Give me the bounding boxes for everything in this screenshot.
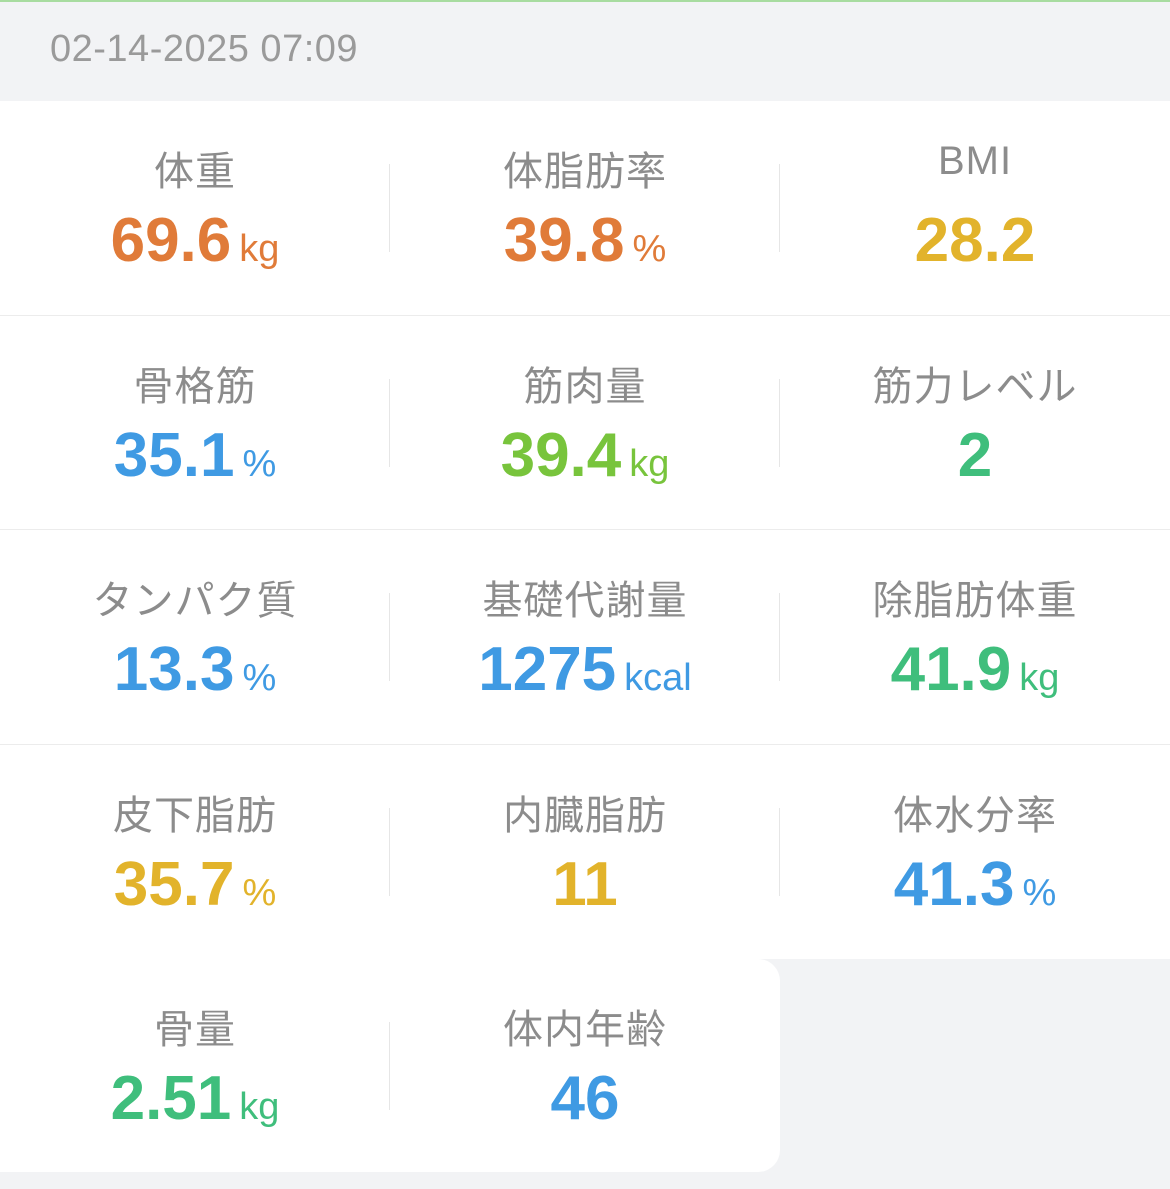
- metric-unit: %: [632, 228, 667, 270]
- metric-weight[interactable]: 体重 69.6 kg: [0, 101, 390, 315]
- top-accent-line: [0, 0, 1170, 2]
- metric-unit: %: [1022, 872, 1057, 914]
- metric-label: 骨量: [154, 1008, 236, 1052]
- metric-label: 体内年齢: [503, 1008, 667, 1052]
- metric-value: 35.7: [113, 850, 235, 919]
- metric-label: 基礎代謝量: [482, 579, 688, 623]
- metric-unit: %: [242, 657, 277, 699]
- metric-strength-level[interactable]: 筋力レベル 2: [780, 316, 1170, 530]
- metric-value: 69.6: [110, 206, 232, 275]
- metric-label: 除脂肪体重: [872, 579, 1078, 623]
- metric-unit: kg: [1019, 657, 1060, 699]
- metric-value: 41.3: [893, 850, 1015, 919]
- metric-value: 2: [957, 421, 993, 490]
- metric-value: 46: [550, 1064, 620, 1133]
- metric-value: 1275: [478, 635, 617, 704]
- metric-unit: kg: [239, 228, 280, 270]
- metric-protein[interactable]: タンパク質 13.3%: [0, 530, 390, 744]
- metric-label: 内臓脂肪: [503, 794, 667, 838]
- metric-value: 41.9: [890, 635, 1012, 704]
- metric-value: 39.4: [500, 421, 622, 490]
- metric-label: 皮下脂肪: [113, 794, 277, 838]
- metric-unit: %: [242, 443, 277, 485]
- metric-body-fat-rate[interactable]: 体脂肪率 39.8%: [390, 101, 780, 315]
- metric-value: 13.3: [113, 635, 235, 704]
- metric-value: 2.51: [110, 1064, 232, 1133]
- metric-label: 体水分率: [893, 794, 1057, 838]
- metric-unit: kg: [629, 443, 670, 485]
- metric-value: 11: [552, 850, 618, 919]
- metric-unit: kcal: [624, 657, 692, 699]
- metric-value: 28.2: [914, 206, 1036, 275]
- metric-label: 筋肉量: [523, 365, 647, 409]
- metric-value: 39.8: [503, 206, 625, 275]
- metric-lean-body-mass[interactable]: 除脂肪体重 41.9 kg: [780, 530, 1170, 744]
- metric-label: タンパク質: [92, 579, 298, 623]
- measurement-timestamp: 02-14-2025 07:09: [50, 28, 359, 70]
- metric-skeletal-muscle[interactable]: 骨格筋 35.1%: [0, 316, 390, 530]
- metric-unit: kg: [239, 1086, 280, 1128]
- metric-label: 体脂肪率: [503, 150, 667, 194]
- metric-subcutaneous-fat[interactable]: 皮下脂肪 35.7%: [0, 745, 390, 959]
- metric-label: BMI: [937, 139, 1013, 183]
- metric-muscle-mass[interactable]: 筋肉量 39.4 kg: [390, 316, 780, 530]
- metric-value: 35.1: [113, 421, 235, 490]
- metric-basal-metabolism[interactable]: 基礎代謝量 1275 kcal: [390, 530, 780, 744]
- metric-label: 骨格筋: [133, 365, 257, 409]
- metric-body-age[interactable]: 体内年齢 46: [390, 959, 780, 1173]
- metric-visceral-fat[interactable]: 内臓脂肪 11: [390, 745, 780, 959]
- metric-bone-mass[interactable]: 骨量 2.51 kg: [0, 959, 390, 1173]
- metric-unit: %: [242, 872, 277, 914]
- metric-label: 筋力レベル: [872, 365, 1078, 409]
- metric-bmi[interactable]: BMI 28.2: [780, 101, 1170, 315]
- metric-body-water-rate[interactable]: 体水分率 41.3%: [780, 745, 1170, 959]
- metric-label: 体重: [154, 150, 236, 194]
